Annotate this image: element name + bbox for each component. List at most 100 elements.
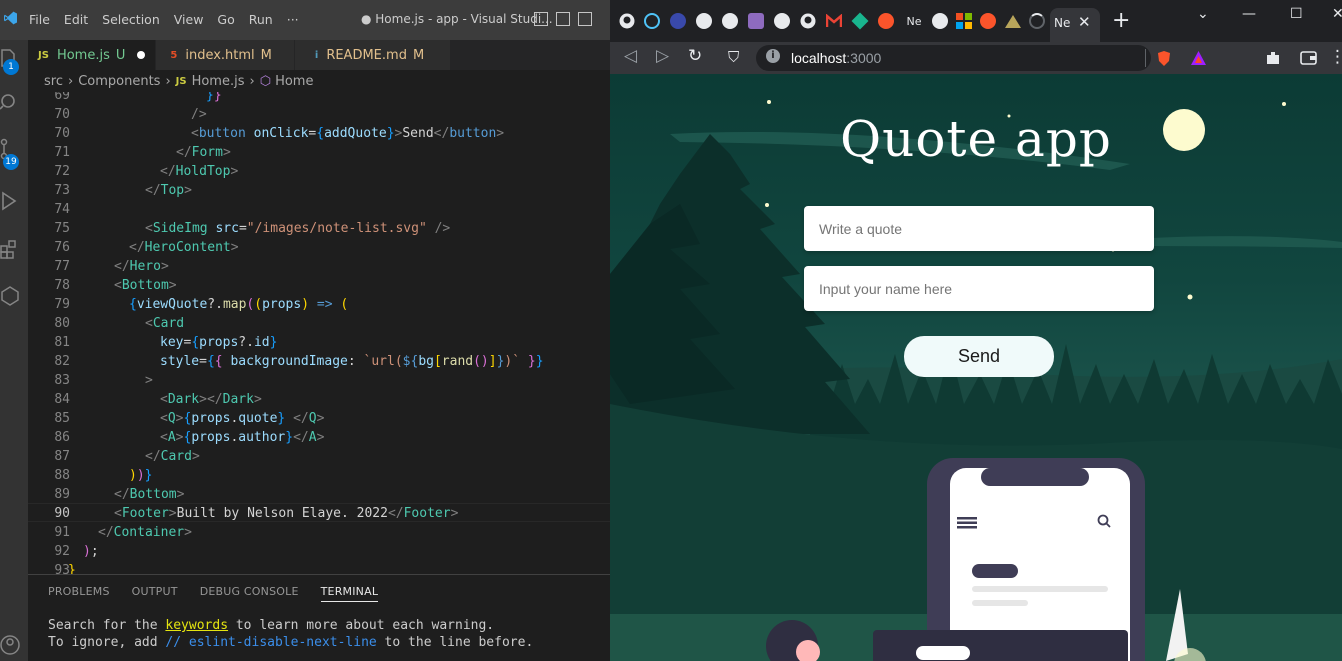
menu-run[interactable]: Run — [242, 12, 280, 27]
line-number: 70 — [54, 126, 70, 141]
menu-view[interactable]: View — [167, 12, 211, 27]
back-icon[interactable]: ◁ — [624, 46, 637, 66]
vscode-window: File Edit Selection View Go Run ··· ● Ho… — [0, 0, 610, 661]
line-number: 77 — [54, 259, 70, 274]
author-name-input[interactable] — [804, 266, 1154, 311]
tab-terminal[interactable]: TERMINAL — [320, 585, 379, 602]
bottom-panel: PROBLEMS OUTPUT DEBUG CONSOLE TERMINAL S… — [28, 574, 610, 661]
active-browser-tab[interactable]: Ne ✕ — [1050, 8, 1100, 42]
code-line: 85 <Q>{props.quote} </Q> — [28, 409, 610, 428]
github-tab[interactable] — [616, 10, 638, 32]
breadcrumb-components[interactable]: Components — [78, 74, 160, 89]
code-line: 69}} — [28, 92, 610, 105]
tab[interactable] — [953, 10, 975, 32]
url-host: localhost — [791, 50, 847, 66]
breadcrumb-src[interactable]: src — [44, 74, 63, 89]
tab[interactable] — [929, 10, 951, 32]
address-bar[interactable]: i localhost:3000 — [756, 45, 1151, 71]
tab[interactable] — [771, 10, 793, 32]
forward-icon[interactable]: ▷ — [656, 46, 669, 66]
close-tab-icon[interactable]: ✕ — [1078, 13, 1091, 31]
minimize-icon[interactable]: — — [1242, 6, 1256, 22]
code-editor[interactable]: 69}} 70/> 70 <button onClick={addQuote}>S… — [28, 92, 610, 574]
more-menu-icon[interactable]: ⋮ — [1329, 47, 1342, 67]
code-line: 83 > — [28, 371, 610, 390]
bookmark-icon[interactable]: ⛉ — [728, 48, 739, 66]
tab[interactable]: Ne — [901, 10, 927, 32]
remote-explorer-icon[interactable] — [0, 285, 20, 307]
globe-icon — [696, 13, 712, 29]
search-icon[interactable] — [0, 92, 20, 114]
vscode-logo-icon — [4, 11, 17, 25]
close-window-icon[interactable]: ✕ — [1332, 6, 1342, 22]
tab-output[interactable]: OUTPUT — [132, 585, 178, 602]
line-number: 85 — [54, 411, 70, 426]
wallet-icon[interactable] — [1300, 50, 1317, 66]
toggle-panel-icon[interactable] — [556, 12, 570, 26]
tab[interactable] — [641, 10, 663, 32]
extensions-puzzle-icon[interactable] — [1265, 50, 1281, 66]
breadcrumb: src › Components › JS Home.js › ⬡ Home — [28, 70, 610, 92]
keywords-link[interactable]: keywords — [165, 618, 228, 633]
breadcrumb-symbol[interactable]: Home — [275, 74, 313, 89]
tab-readme-md[interactable]: i README.md M — [294, 40, 452, 70]
brave-rewards-icon[interactable] — [1190, 50, 1207, 66]
tab[interactable] — [849, 10, 871, 32]
github-tab[interactable] — [797, 10, 819, 32]
quote-input[interactable] — [804, 206, 1154, 251]
maximize-icon[interactable]: ☐ — [1290, 6, 1303, 22]
menu-go[interactable]: Go — [210, 12, 241, 27]
menu-edit[interactable]: Edit — [57, 12, 95, 27]
tab-debug-console[interactable]: DEBUG CONSOLE — [200, 585, 299, 602]
tab[interactable] — [823, 10, 845, 32]
account-icon[interactable] — [0, 634, 20, 656]
run-debug-icon[interactable] — [0, 190, 20, 212]
toggle-sidebar-icon[interactable] — [534, 12, 548, 26]
tab-index-html[interactable]: 5 index.html M — [156, 40, 295, 70]
tab-search-icon[interactable]: ⌄ — [1197, 6, 1209, 22]
tab[interactable] — [693, 10, 715, 32]
line-number: 89 — [54, 487, 70, 502]
brave-shields-icon[interactable] — [1156, 50, 1172, 67]
code-line: 89 </Bottom> — [28, 485, 610, 504]
unsaved-dot-icon[interactable] — [137, 51, 146, 59]
toggle-secondary-sidebar-icon[interactable] — [578, 12, 592, 26]
breadcrumb-file[interactable]: Home.js — [192, 74, 245, 89]
tab[interactable] — [1002, 10, 1024, 32]
code-line: 84 <Dark></Dark> — [28, 390, 610, 409]
browser-toolbar: ◁ ▷ ↻ ⛉ i localhost:3000 ⋮ — [610, 42, 1342, 74]
tab[interactable] — [719, 10, 741, 32]
reload-icon[interactable]: ↻ — [688, 46, 702, 66]
code-line: 87 </Card> — [28, 447, 610, 466]
tab-label: Home.js — [56, 47, 110, 63]
line-number: 71 — [54, 145, 70, 160]
tab[interactable] — [875, 10, 897, 32]
terminal-text: to learn more about each warning. — [228, 618, 495, 633]
code-line: 92); — [28, 542, 610, 561]
tab-label: README.md — [326, 47, 407, 63]
site-info-icon[interactable]: i — [766, 49, 780, 63]
tab[interactable] — [745, 10, 767, 32]
code-line: 74 — [28, 200, 610, 219]
terminal-text: Search for the — [48, 618, 166, 633]
chevron-right-icon: › — [67, 73, 74, 89]
menu-more[interactable]: ··· — [280, 12, 306, 27]
menu-file[interactable]: File — [22, 12, 57, 27]
tab-status: U — [115, 47, 126, 63]
javascript-file-icon: JS — [175, 75, 187, 87]
tab-problems[interactable]: PROBLEMS — [48, 585, 110, 602]
tab[interactable] — [1026, 10, 1048, 32]
tab[interactable] — [977, 10, 999, 32]
line-number: 78 — [54, 278, 70, 293]
javascript-file-icon: JS — [38, 49, 49, 61]
menu-selection[interactable]: Selection — [95, 12, 167, 27]
loading-icon — [1029, 13, 1045, 29]
line-number: 76 — [54, 240, 70, 255]
tab-home-js[interactable]: JS Home.js U — [28, 40, 157, 70]
send-button[interactable]: Send — [904, 336, 1054, 377]
extensions-icon[interactable] — [0, 238, 20, 260]
new-tab-button[interactable]: + — [1112, 8, 1130, 33]
tab[interactable] — [667, 10, 689, 32]
line-number: 75 — [54, 221, 70, 236]
browser-tab-strip: Ne Ne ✕ + ⌄ — ☐ ✕ — [610, 0, 1342, 42]
